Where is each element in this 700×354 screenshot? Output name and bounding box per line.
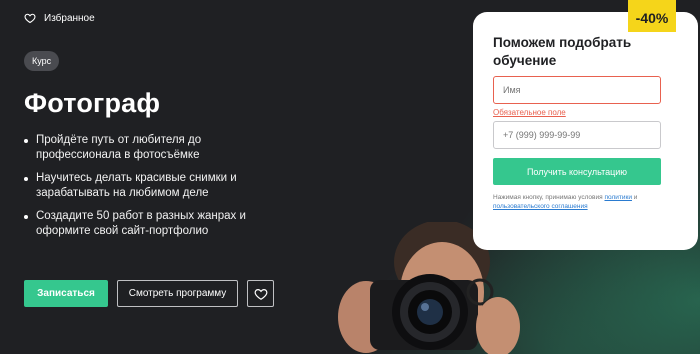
consent-prefix: Нажимая кнопку, принимаю условия: [493, 194, 603, 201]
name-input[interactable]: [493, 76, 661, 104]
view-program-button[interactable]: Смотреть программу: [117, 280, 238, 307]
benefits-list: Пройдёте путь от любителя до профессиона…: [24, 133, 304, 247]
discount-badge: -40%: [628, 0, 676, 32]
benefit-item: Пройдёте путь от любителя до профессиона…: [24, 133, 204, 163]
favorites-label: Избранное: [44, 12, 95, 24]
enroll-button[interactable]: Записаться: [24, 280, 108, 307]
consent-text: Нажимая кнопку, принимаю условия политик…: [493, 194, 668, 211]
favorites-link[interactable]: Избранное: [24, 12, 95, 24]
get-consultation-button[interactable]: Получить консультацию: [493, 158, 661, 185]
heart-icon: [24, 13, 36, 24]
add-favorite-button[interactable]: [247, 280, 274, 307]
name-error-text: Обязательное поле: [493, 108, 566, 117]
page-title: Фотограф: [24, 88, 161, 118]
benefit-item: Создадите 50 работ в разных жанрах и офо…: [24, 209, 284, 239]
user-agreement-link[interactable]: пользовательского соглашения: [493, 203, 588, 210]
consent-and: и: [633, 194, 638, 201]
privacy-policy-link[interactable]: политики: [604, 194, 632, 201]
consultation-form: Поможем подобрать обучение Обязательное …: [473, 12, 698, 250]
course-badge: Курс: [24, 51, 60, 71]
phone-input[interactable]: [493, 121, 661, 149]
benefit-item: Научитесь делать красивые снимки и зараб…: [24, 171, 239, 201]
heart-icon: [254, 288, 267, 300]
form-title: Поможем подобрать обучение: [493, 35, 632, 68]
